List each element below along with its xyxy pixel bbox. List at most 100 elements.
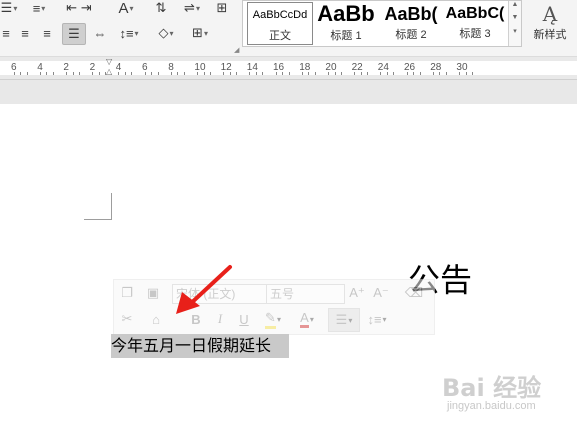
ruler-tick <box>327 72 329 75</box>
style-heading-3[interactable]: AaBbC( 标题 3 <box>443 1 507 46</box>
distributed-button[interactable]: ⇔ <box>90 24 110 42</box>
table-icon: ⊞ <box>216 0 228 15</box>
style-normal[interactable]: AaBbCcDd 正文 <box>247 2 313 45</box>
ruler-tick <box>13 72 15 75</box>
font-size-value: 五号 <box>270 287 295 301</box>
ruler-tick <box>255 72 257 75</box>
ruler-tick <box>393 72 395 75</box>
underline-button[interactable]: U <box>236 310 252 328</box>
style-label: 标题 3 <box>459 28 491 40</box>
styles-scroll[interactable]: ▲ ▼ ▾ <box>508 1 521 46</box>
style-label: 正文 <box>269 30 291 42</box>
style-sample: AaBbC( <box>445 5 505 22</box>
style-label: 标题 1 <box>330 30 362 42</box>
margin-corner-mark <box>111 193 112 220</box>
paragraph-align-button[interactable]: ☰ ▾ <box>328 308 360 332</box>
font-size-box[interactable]: 五号 <box>266 284 345 304</box>
scroll-down-icon[interactable]: ▼ <box>509 14 521 21</box>
format-painter-icon[interactable]: ⌂ <box>146 310 166 328</box>
clear-format-icon[interactable]: ⌫ <box>400 284 428 302</box>
borders-button[interactable]: ⊞ ▾ <box>186 24 214 42</box>
ruler-tick <box>419 72 421 75</box>
ruler-tick <box>301 72 303 75</box>
ruler-tick <box>177 72 179 75</box>
ruler-tick <box>334 72 336 75</box>
ruler-tick <box>118 72 120 75</box>
ruler-tick <box>386 72 388 75</box>
numbered-list-button[interactable]: ≡ ▾ <box>28 0 50 16</box>
selected-text-line[interactable]: 今年五月一日假期延长 <box>111 334 289 358</box>
ruler-tick <box>157 72 159 75</box>
floating-mini-toolbar: ❐ ▣ 宋体 (正文) 五号 A⁺ A⁻ ⌫ ✂ ⌂ B I U ✎ ▾ A ▾ ☰… <box>113 279 435 335</box>
ruler-tick <box>249 72 251 75</box>
highlight-button[interactable]: ✎ ▾ <box>260 310 286 329</box>
grow-font-button[interactable]: A⁺ <box>348 284 366 302</box>
scroll-up-icon[interactable]: ▲ <box>509 1 521 8</box>
horizontal-ruler[interactable]: ▽ △ 6 4 2 2 4 6 8 10 12 14 16 18 20 22 24 26 28 30 <box>0 57 577 80</box>
hanging-indent-marker[interactable]: △ <box>106 67 112 76</box>
new-style-button[interactable]: Ą 新样式 <box>528 0 572 44</box>
line-spacing-button[interactable]: ↕≡ ▾ <box>364 310 390 328</box>
ruler-tick <box>26 72 28 75</box>
ruler-tick <box>46 72 48 75</box>
table-button[interactable]: ⊞ <box>212 0 232 16</box>
watermark-url: jingyan.baidu.com <box>447 400 536 412</box>
shrink-font-icon: A⁻ <box>373 285 389 300</box>
ruler-tick <box>308 72 310 75</box>
justify-button[interactable]: ☰ <box>62 23 86 45</box>
style-heading-1[interactable]: AaBb 标题 1 <box>313 1 379 46</box>
ruler-tick <box>39 72 41 75</box>
ruler-tick <box>439 72 441 75</box>
align-center-button[interactable]: ≡ <box>16 24 34 42</box>
paragraph-dialog-launcher[interactable]: ◢ <box>234 46 240 54</box>
font-effect-icon: A <box>118 0 129 17</box>
ruler-tick <box>79 72 81 75</box>
scissors-icon[interactable]: ✂ <box>118 310 136 328</box>
ruler-tick <box>92 72 94 75</box>
paste-icon[interactable]: ▣ <box>142 284 164 302</box>
shrink-font-button[interactable]: A⁻ <box>372 284 390 302</box>
ruler-tick <box>406 72 408 75</box>
align-center-icon: ≡ <box>21 25 29 41</box>
copy-icon[interactable]: ❐ <box>118 284 136 302</box>
bullet-list-button[interactable]: ☰ ▾ <box>0 0 18 16</box>
justify-icon: ☰ <box>68 26 80 41</box>
sort-button[interactable]: ⇅ <box>150 0 172 16</box>
align-left-icon: ≡ <box>2 25 10 41</box>
font-effect-button[interactable]: A ▾ <box>112 0 140 17</box>
line-spacing-icon: ↕≡ <box>119 25 134 41</box>
style-heading-2[interactable]: AaBb( 标题 2 <box>379 1 443 46</box>
ruler-tick <box>413 72 415 75</box>
ruler-tick <box>124 72 126 75</box>
ruler-tick <box>151 72 153 75</box>
ruler-tick <box>282 72 284 75</box>
align-right-button[interactable]: ≡ <box>38 24 56 42</box>
font-color-button[interactable]: A ▾ <box>294 310 320 328</box>
ruler-tick <box>183 72 185 75</box>
indent-buttons[interactable]: ⇤ ⇥ <box>60 0 98 16</box>
shading-button[interactable]: ◇ ▾ <box>152 24 180 42</box>
ruler-tick <box>52 72 54 75</box>
ruler-tick <box>210 72 212 75</box>
ribbon: ☰ ▾ ≡ ▾ ⇤ ⇥ A ▾ ⇅ ⇌ ▾ ⊞ ≡ ≡ ≡ ☰ ⇔ ↕≡ ▾ ◇ ▾ ⊞ ▾ … <box>0 0 577 57</box>
borders-icon: ⊞ <box>192 25 203 40</box>
ruler-gap <box>0 80 577 104</box>
sort-icon: ⇅ <box>155 0 167 15</box>
ruler-tick <box>144 72 146 75</box>
line-spacing-button[interactable]: ↕≡ ▾ <box>116 24 142 42</box>
line-spacing-adjust-button[interactable]: ⇌ ▾ <box>180 0 204 16</box>
highlight-icon: ✎ <box>265 310 276 329</box>
ruler-tick <box>380 72 382 75</box>
watermark-logo: Bai 经验 <box>442 374 542 402</box>
more-styles-icon[interactable]: ▾ <box>509 27 521 35</box>
underline-icon: U <box>239 311 249 327</box>
align-left-button[interactable]: ≡ <box>0 24 12 42</box>
increase-indent-icon: ⇥ <box>80 0 92 15</box>
ruler-tick <box>105 72 107 75</box>
arrow-head <box>176 292 200 314</box>
ruler-tick <box>223 72 225 75</box>
ruler-tick <box>262 72 264 75</box>
first-line-indent-marker[interactable]: ▽ <box>106 57 112 66</box>
style-sample: AaBb( <box>384 4 438 24</box>
ruler-tick <box>196 72 198 75</box>
